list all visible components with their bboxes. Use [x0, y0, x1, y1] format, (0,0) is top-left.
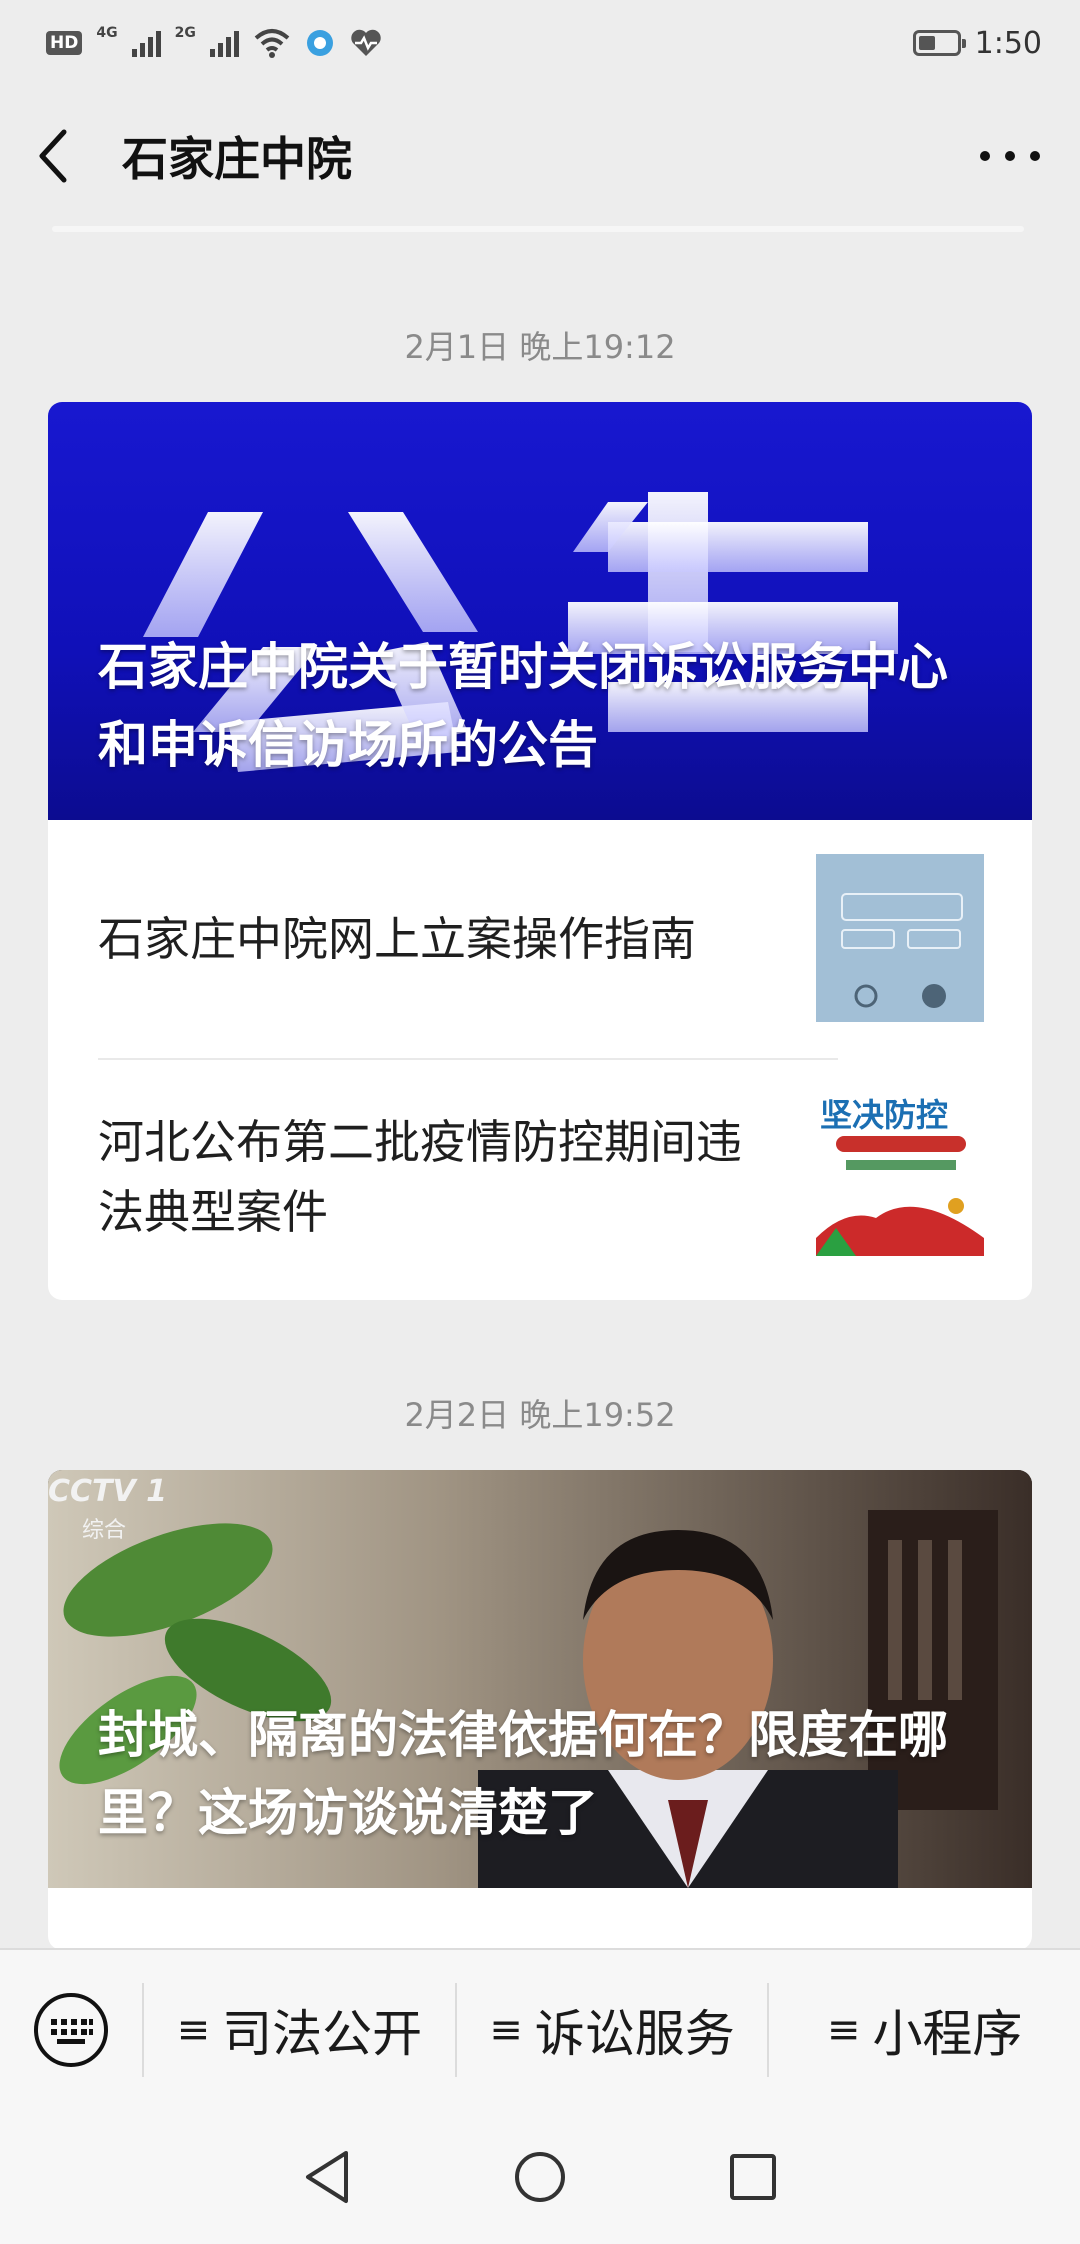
signal-icon-2 — [209, 29, 239, 57]
hero-title: 封城、隔离的法律依据何在？限度在哪里？这场访谈说清楚了 — [98, 1706, 948, 1842]
heart-rate-icon — [351, 29, 381, 56]
list-item[interactable]: 石家庄中院网上立案操作指南 — [48, 820, 1032, 1058]
app-screenshot-image — [816, 854, 984, 1022]
menu-list-icon: ≡ — [826, 2007, 861, 2053]
system-navigation-bar — [0, 2110, 1080, 2244]
menu-label: 小程序 — [872, 2005, 1023, 2063]
menu-judicial-open[interactable]: ≡ 司法公开 — [144, 1950, 455, 2110]
hero-title: 石家庄中院关于暂时关闭诉讼服务中心和申诉信访场所的公告 — [98, 638, 948, 774]
list-item-title: 石家庄中院网上立案操作指南 — [98, 912, 696, 966]
article-card: 石家庄中院关于暂时关闭诉讼服务中心和申诉信访场所的公告 石家庄中院网上立案操作指… — [48, 402, 1032, 1300]
thumb-caption: 坚决防控 — [820, 1096, 948, 1134]
list-item-thumbnail — [816, 854, 984, 1022]
menu-litigation-service[interactable]: ≡ 诉讼服务 — [457, 1950, 768, 2110]
cctv-logo: CCTV 1 — [48, 1474, 168, 1509]
home-circle-icon[interactable] — [512, 2149, 568, 2205]
chevron-left-icon — [39, 129, 67, 183]
cctv-channel-label: 综合 — [82, 1518, 127, 1543]
network-4g-label: 4G — [96, 25, 118, 41]
clock: 1:50 — [974, 25, 1042, 61]
menu-list-icon: ≡ — [489, 2007, 523, 2053]
status-right: 1:50 — [912, 25, 1042, 61]
dot-icon — [980, 151, 990, 161]
network-2g-label: 2G — [174, 25, 196, 41]
status-bar: HD 4G 2G 1:50 — [0, 0, 1080, 86]
keyboard-toggle-button[interactable] — [0, 1950, 142, 2110]
menu-label: 诉讼服务 — [534, 2005, 735, 2063]
back-button[interactable] — [36, 126, 84, 186]
more-options-button[interactable] — [980, 136, 1040, 176]
page-title: 石家庄中院 — [122, 132, 352, 186]
status-left: HD 4G 2G — [46, 25, 383, 58]
nav-bar: 石家庄中院 — [0, 86, 1080, 226]
recents-square-icon[interactable] — [728, 2152, 778, 2202]
signal-icon — [131, 29, 161, 57]
nav-divider — [52, 226, 1024, 232]
dot-icon — [1005, 151, 1015, 161]
menu-mini-program[interactable]: ≡ 小程序 — [769, 1950, 1080, 2110]
hd-badge: HD — [46, 31, 83, 55]
menu-list-icon: ≡ — [176, 2007, 211, 2053]
hero-article[interactable]: 石家庄中院关于暂时关闭诉讼服务中心和申诉信访场所的公告 — [48, 402, 1032, 820]
app-notification-icon — [306, 30, 333, 56]
battery-icon — [912, 30, 966, 56]
hero-article[interactable]: CCTV 1 综合 封城、隔离的法律依据何在？限度在哪里？这场访谈说清楚了 — [48, 1470, 1032, 1888]
menu-label: 司法公开 — [222, 2005, 423, 2063]
official-account-menu: ≡ 司法公开 ≡ 诉讼服务 ≡ 小程序 — [0, 1948, 1080, 2110]
keyboard-icon — [34, 1993, 108, 2067]
list-item-thumbnail: 坚决防控 — [816, 1088, 984, 1256]
timestamp: 2月2日 晚上19:52 — [404, 1396, 676, 1434]
epidemic-poster-image: 坚决防控 — [816, 1088, 984, 1256]
dot-icon — [1030, 151, 1040, 161]
list-item-title: 河北公布第二批疫情防控期间违法典型案件 — [98, 1115, 742, 1239]
back-triangle-icon[interactable] — [302, 2149, 352, 2205]
article-card: CCTV 1 综合 封城、隔离的法律依据何在？限度在哪里？这场访谈说清楚了 — [48, 1470, 1032, 1950]
timestamp: 2月1日 晚上19:12 — [404, 328, 676, 366]
list-item[interactable]: 河北公布第二批疫情防控期间违法典型案件 坚决防控 — [48, 1058, 1032, 1296]
battery-level — [918, 36, 935, 50]
wifi-icon — [254, 29, 290, 58]
